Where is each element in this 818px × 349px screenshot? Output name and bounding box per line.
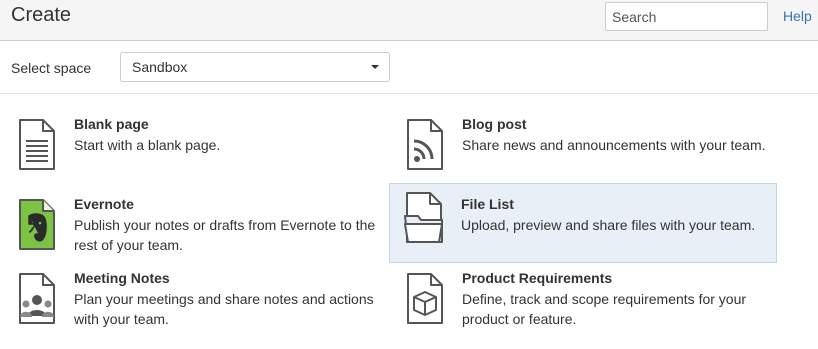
blueprint-description: Start with a blank page. [74, 137, 221, 153]
blueprint-blank-page[interactable]: Blank page Start with a blank page. [2, 113, 390, 191]
file-list-icon [404, 192, 443, 243]
space-select[interactable]: Sandbox [120, 52, 390, 82]
help-link[interactable]: Help [783, 8, 812, 24]
blog-post-icon [407, 119, 443, 170]
dialog-header: Create Help [0, 0, 818, 41]
blueprint-title: Blank page [74, 116, 149, 132]
blueprint-blog-post[interactable]: Blog post Share news and announcements w… [390, 113, 778, 191]
divider [0, 93, 818, 94]
blueprint-description: Publish your notes or drafts from Everno… [74, 217, 376, 253]
search-input[interactable] [605, 2, 768, 31]
dialog-title: Create [11, 4, 72, 26]
space-select-value: Sandbox [132, 59, 188, 75]
select-space-label: Select space [11, 60, 92, 76]
blueprint-description: Define, track and scope requirements for… [462, 291, 747, 327]
blueprint-file-list[interactable]: File List Upload, preview and share file… [389, 183, 777, 263]
blueprint-description: Plan your meetings and share notes and a… [74, 291, 374, 327]
blueprint-title: Product Requirements [462, 270, 613, 286]
blueprint-meeting-notes[interactable]: Meeting Notes Plan your meetings and sha… [2, 267, 390, 345]
evernote-icon [19, 199, 55, 250]
chevron-down-icon [371, 65, 379, 69]
blueprint-product-requirements[interactable]: Product Requirements Define, track and s… [390, 267, 778, 345]
blueprint-title: File List [461, 196, 514, 212]
blueprint-title: Evernote [74, 196, 134, 212]
product-requirements-icon [407, 273, 443, 324]
blueprint-description: Upload, preview and share files with you… [461, 217, 756, 233]
meeting-notes-icon [19, 273, 55, 324]
blueprint-description: Share news and announcements with your t… [462, 137, 766, 153]
blank-page-icon [19, 119, 55, 170]
blueprint-evernote[interactable]: Evernote Publish your notes or drafts fr… [2, 193, 390, 271]
blueprint-title: Blog post [462, 116, 527, 132]
blueprint-title: Meeting Notes [74, 270, 170, 286]
